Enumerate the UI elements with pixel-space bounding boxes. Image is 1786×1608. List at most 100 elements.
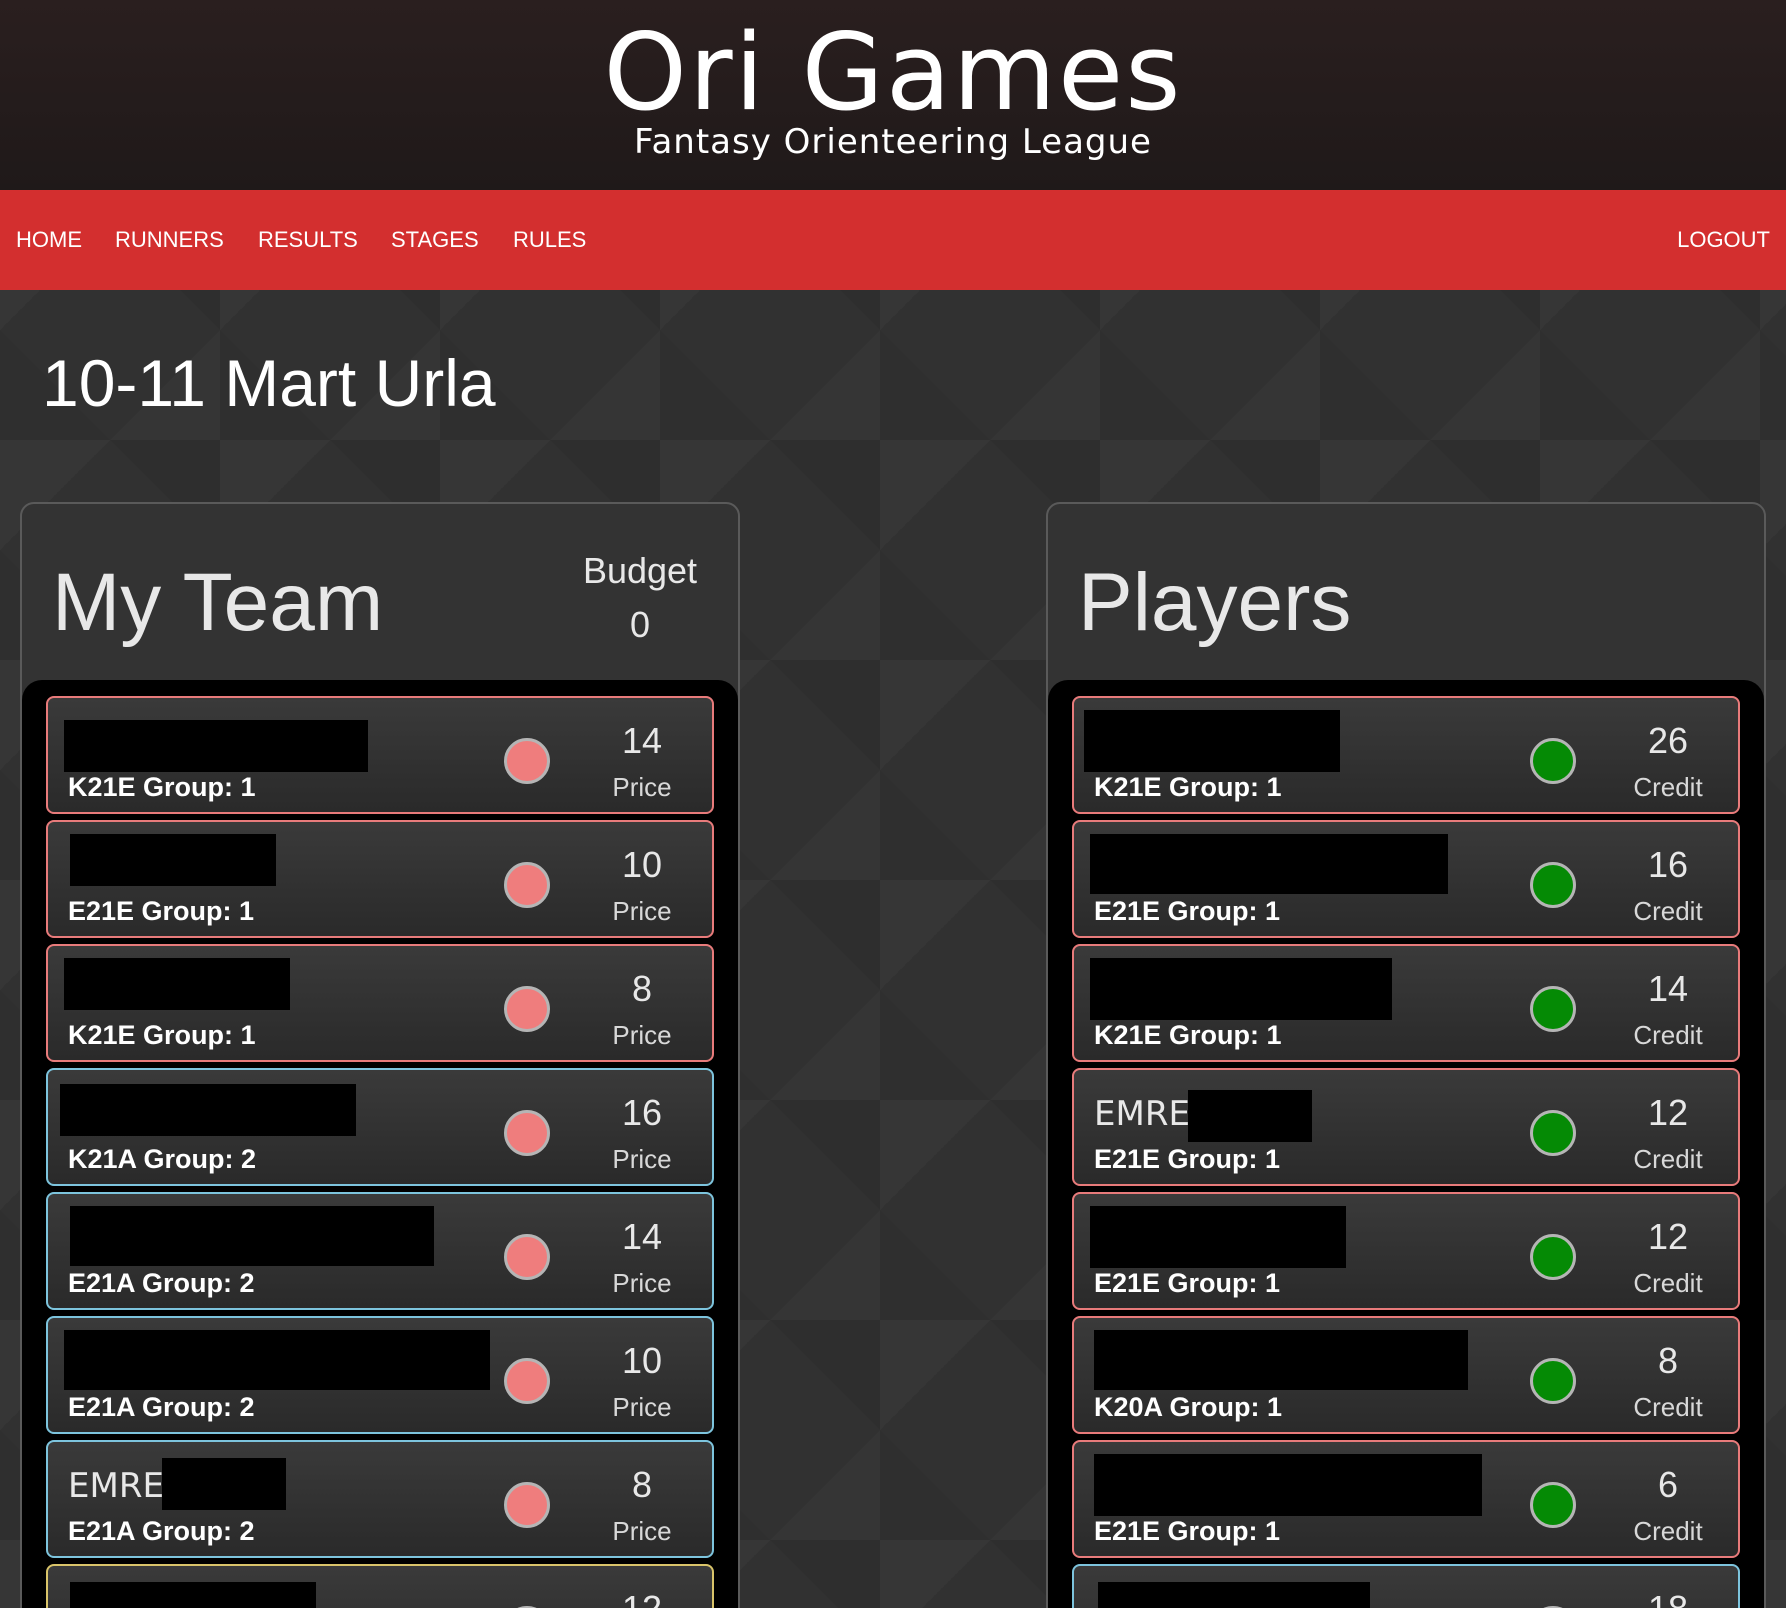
add-runner-button[interactable] [1530, 1110, 1576, 1156]
price-label: Price [612, 1144, 672, 1174]
price-label: Price [612, 1020, 672, 1050]
redacted-name [1094, 1330, 1468, 1390]
my-team-panel: My Team Budget 0 K21E Group: 1 14 Price … [20, 502, 740, 1608]
redacted-name [70, 834, 276, 886]
runner-price: 12 [592, 1588, 692, 1608]
add-runner-button[interactable] [1530, 1482, 1576, 1528]
credit-label: Credit [1633, 1392, 1703, 1422]
runner-credit: 12 [1647, 1216, 1689, 1257]
my-team-title: My Team [52, 557, 384, 648]
credit-label: Credit [1633, 1268, 1703, 1298]
runner-group: K20A Group: 1 [1094, 1392, 1283, 1422]
team-runner-card[interactable]: 12 [46, 1564, 714, 1608]
player-card[interactable]: EMRE E21E Group: 1 12 Credit [1072, 1068, 1740, 1186]
player-card[interactable]: 18 [1072, 1564, 1740, 1608]
runner-price: 8 [631, 968, 653, 1009]
remove-runner-button[interactable] [504, 1234, 550, 1280]
runner-group: K21E Group: 1 [1094, 1020, 1282, 1050]
player-card[interactable]: E21E Group: 1 12 Credit [1072, 1192, 1740, 1310]
add-runner-button[interactable] [1530, 862, 1576, 908]
credit-label: Credit [1633, 772, 1703, 802]
site-tagline: Fantasy Orienteering League [634, 122, 1152, 162]
team-runner-card[interactable]: K21A Group: 2 16 Price [46, 1068, 714, 1186]
redacted-name [1090, 1206, 1346, 1268]
runner-group: K21E Group: 1 [1094, 772, 1282, 802]
runner-credit: 26 [1647, 720, 1689, 761]
runner-group: E21E Group: 1 [68, 896, 255, 926]
runner-credit: 8 [1657, 1340, 1679, 1381]
remove-runner-button[interactable] [504, 1110, 550, 1156]
redacted-name [162, 1458, 286, 1510]
runner-group: E21A Group: 2 [68, 1516, 255, 1546]
player-card[interactable]: E21E Group: 1 6 Credit [1072, 1440, 1740, 1558]
redacted-name [1094, 1454, 1482, 1516]
team-runner-card[interactable]: E21A Group: 2 14 Price [46, 1192, 714, 1310]
add-runner-button[interactable] [1530, 1234, 1576, 1280]
remove-runner-button[interactable] [504, 1482, 550, 1528]
team-runner-card[interactable]: K21E Group: 1 8 Price [46, 944, 714, 1062]
runner-group: E21E Group: 1 [1094, 1268, 1281, 1298]
team-runner-card[interactable]: K21E Group: 1 14 Price [46, 696, 714, 814]
redacted-name [64, 958, 290, 1010]
nav-rules[interactable]: RULES [513, 190, 586, 290]
nav-home[interactable]: HOME [16, 190, 82, 290]
runner-group: E21A Group: 2 [68, 1392, 255, 1422]
price-label: Price [612, 1268, 672, 1298]
runner-group: E21E Group: 1 [1094, 896, 1281, 926]
redacted-name [64, 720, 368, 772]
nav-stages[interactable]: STAGES [391, 190, 479, 290]
main-nav: HOME RUNNERS RESULTS STAGES RULES LOGOUT [0, 190, 1786, 290]
runner-group: K21E Group: 1 [68, 772, 256, 802]
credit-label: Credit [1633, 896, 1703, 926]
runner-price: 14 [621, 1216, 663, 1257]
redacted-name [70, 1582, 316, 1608]
team-runner-card[interactable]: E21A Group: 2 10 Price [46, 1316, 714, 1434]
site-logo[interactable]: Ori Games [0, 18, 1786, 128]
runner-group: K21A Group: 2 [68, 1144, 257, 1174]
remove-runner-button[interactable] [504, 862, 550, 908]
runner-group: E21E Group: 1 [1094, 1516, 1281, 1546]
runner-credit: 6 [1657, 1464, 1679, 1505]
redacted-name [1188, 1090, 1312, 1142]
runner-first-name: EMRE [68, 1466, 164, 1506]
redacted-name [60, 1084, 356, 1136]
team-runner-card[interactable]: E21E Group: 1 10 Price [46, 820, 714, 938]
redacted-name [1090, 958, 1392, 1020]
budget-value: 0 [629, 604, 651, 645]
nav-results[interactable]: RESULTS [258, 190, 358, 290]
player-card[interactable]: K21E Group: 1 14 Credit [1072, 944, 1740, 1062]
runner-credit: 12 [1647, 1092, 1689, 1133]
runner-price: 8 [631, 1464, 653, 1505]
credit-label: Credit [1633, 1516, 1703, 1546]
player-card[interactable]: E21E Group: 1 16 Credit [1072, 820, 1740, 938]
price-label: Price [612, 1516, 672, 1546]
redacted-name [1084, 710, 1340, 772]
redacted-name [1098, 1582, 1370, 1608]
add-runner-button[interactable] [1530, 986, 1576, 1032]
redacted-name [1090, 834, 1448, 894]
players-list: K21E Group: 1 26 Credit E21E Group: 1 16… [1048, 680, 1764, 1608]
site-header: Ori Games Fantasy Orienteering League [0, 0, 1786, 190]
add-runner-button[interactable] [1530, 738, 1576, 784]
runner-group: K21E Group: 1 [68, 1020, 256, 1050]
runner-price: 10 [621, 1340, 663, 1381]
price-label: Price [612, 1392, 672, 1422]
price-label: Price [612, 896, 672, 926]
runner-group: E21E Group: 1 [1094, 1144, 1281, 1174]
players-title: Players [1078, 557, 1352, 648]
player-card[interactable]: K20A Group: 1 8 Credit [1072, 1316, 1740, 1434]
runner-first-name: EMRE [1094, 1094, 1190, 1134]
redacted-name [70, 1206, 434, 1266]
remove-runner-button[interactable] [504, 986, 550, 1032]
budget-label: Budget [582, 550, 698, 591]
logout-link[interactable]: LOGOUT [1677, 190, 1770, 290]
team-runner-card[interactable]: EMRE E21A Group: 2 8 Price [46, 1440, 714, 1558]
nav-runners[interactable]: RUNNERS [115, 190, 224, 290]
add-runner-button[interactable] [1530, 1358, 1576, 1404]
remove-runner-button[interactable] [504, 1358, 550, 1404]
price-label: Price [612, 772, 672, 802]
remove-runner-button[interactable] [504, 738, 550, 784]
runner-price: 14 [621, 720, 663, 761]
player-card[interactable]: K21E Group: 1 26 Credit [1072, 696, 1740, 814]
runner-price: 16 [621, 1092, 663, 1133]
